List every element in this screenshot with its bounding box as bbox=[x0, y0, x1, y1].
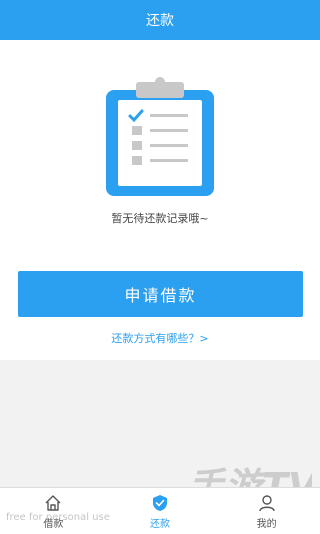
page-title: 还款 bbox=[146, 13, 174, 29]
user-icon bbox=[258, 494, 275, 511]
bottom-tab-bar: 借款 还款 我的 bbox=[0, 487, 320, 534]
repayment-methods-link[interactable]: 还款方式有哪些？> bbox=[0, 330, 320, 346]
watermark-text: free for personal use bbox=[6, 512, 110, 523]
tab-label: 我的 bbox=[256, 518, 277, 530]
tab-mine[interactable]: 我的 bbox=[213, 488, 320, 534]
empty-state-message: 暂无待还款记录哦~ bbox=[111, 212, 209, 225]
top-navigation-bar: 还款 bbox=[0, 0, 320, 40]
apply-loan-button[interactable]: 申请借款 bbox=[18, 271, 303, 317]
empty-state-panel: 暂无待还款记录哦~ 申请借款 还款方式有哪些？> bbox=[0, 40, 320, 360]
tab-borrow[interactable]: 借款 bbox=[0, 488, 107, 534]
tab-repay[interactable]: 还款 bbox=[107, 488, 214, 534]
tab-label: 还款 bbox=[150, 518, 170, 530]
clipboard-checklist-icon bbox=[104, 76, 216, 200]
home-icon bbox=[45, 494, 61, 511]
apply-loan-label: 申请借款 bbox=[124, 286, 197, 305]
shield-check-icon bbox=[153, 494, 167, 511]
